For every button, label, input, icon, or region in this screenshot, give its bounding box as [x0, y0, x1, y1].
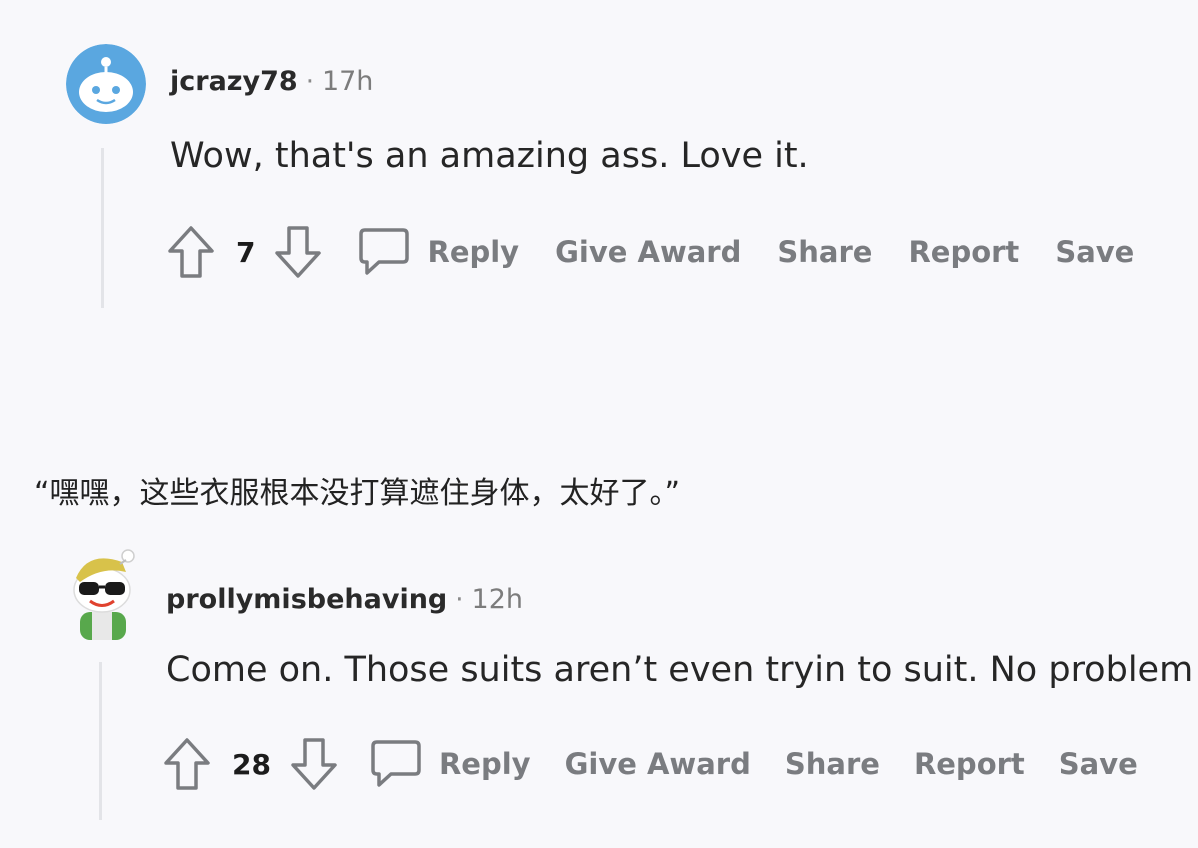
downvote-icon[interactable] — [289, 736, 339, 792]
vote-score: 28 — [232, 747, 271, 781]
downvote-icon[interactable] — [273, 224, 323, 280]
meta-separator: · — [455, 585, 464, 615]
timestamp[interactable]: 12h — [472, 584, 523, 615]
thread-line[interactable] — [101, 148, 104, 308]
timestamp[interactable]: 17h — [322, 66, 373, 97]
comment-bubble-icon[interactable] — [357, 226, 411, 278]
comment-body: Come on. Those suits aren’t even tryin t… — [166, 650, 1194, 690]
vote-score: 7 — [236, 235, 256, 269]
share-button[interactable]: Share — [785, 747, 880, 781]
comment-actions: 7 Reply Give Award Share Report Save — [166, 224, 1134, 280]
give-award-button[interactable]: Give Award — [565, 747, 751, 781]
thread-line[interactable] — [99, 662, 102, 820]
username[interactable]: jcrazy78 — [170, 66, 298, 97]
snoo-default-avatar-icon — [66, 44, 146, 124]
report-button[interactable]: Report — [908, 235, 1019, 269]
save-button[interactable]: Save — [1055, 235, 1134, 269]
reply-button[interactable]: Reply — [427, 235, 519, 269]
username[interactable]: prollymisbehaving — [166, 584, 447, 615]
report-button[interactable]: Report — [914, 747, 1025, 781]
give-award-button[interactable]: Give Award — [555, 235, 741, 269]
user-avatar[interactable] — [66, 548, 146, 640]
upvote-icon[interactable] — [166, 224, 216, 280]
comment-bubble-icon[interactable] — [369, 738, 423, 790]
meta-separator: · — [305, 67, 314, 97]
share-button[interactable]: Share — [777, 235, 872, 269]
save-button[interactable]: Save — [1059, 747, 1138, 781]
upvote-icon[interactable] — [162, 736, 212, 792]
comment-body: Wow, that's an amazing ass. Love it. — [170, 136, 809, 176]
comment-actions: 28 Reply Give Award Share Report Save — [162, 736, 1138, 792]
snoo-sunglasses-avatar-icon — [73, 549, 135, 640]
translation-caption: “嘿嘿，这些衣服根本没打算遮住身体，太好了。” — [34, 476, 681, 511]
reply-button[interactable]: Reply — [439, 747, 531, 781]
comment-meta: prollymisbehaving · 12h — [166, 584, 523, 615]
comment-meta: jcrazy78 · 17h — [170, 66, 373, 97]
user-avatar[interactable] — [66, 44, 146, 124]
